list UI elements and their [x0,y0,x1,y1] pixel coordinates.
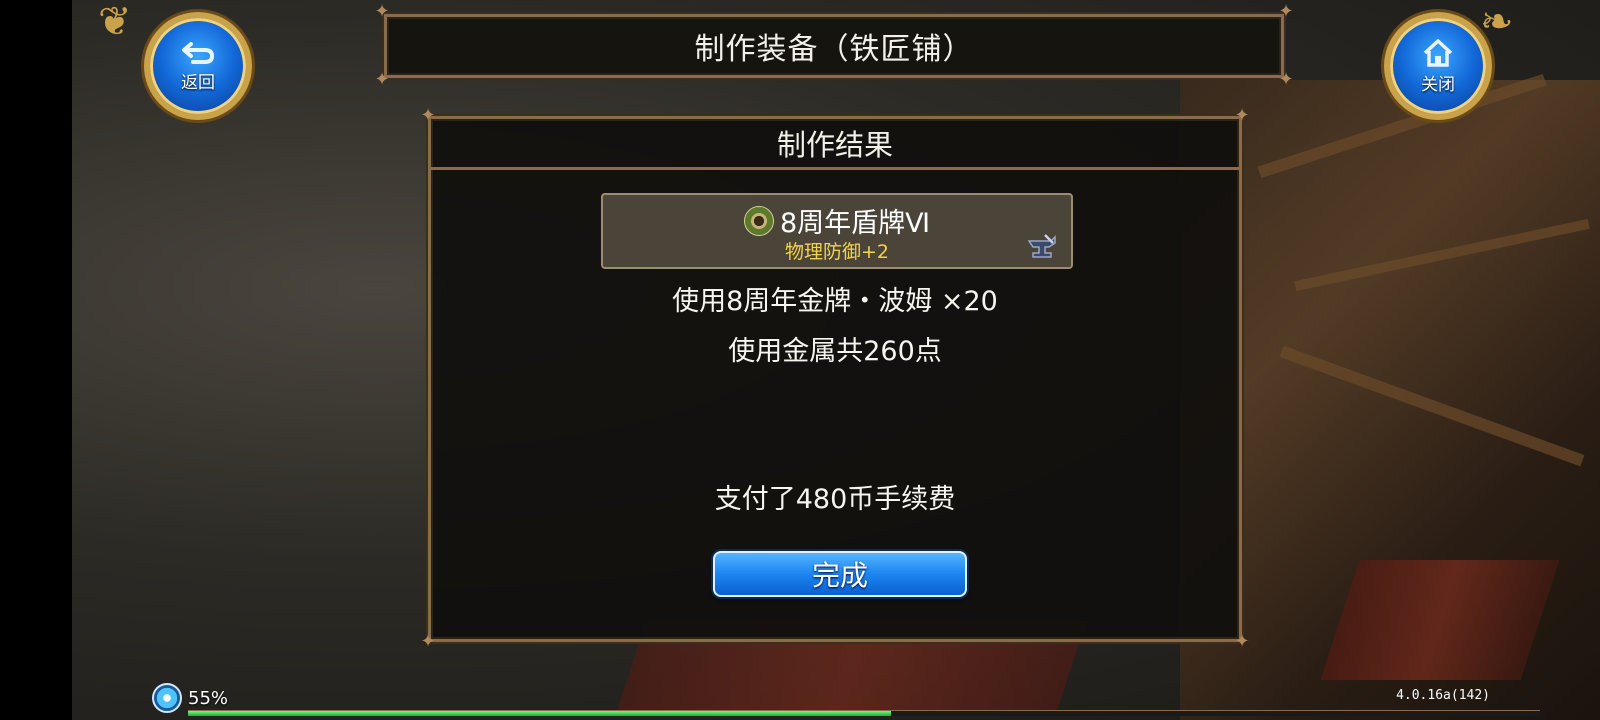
result-title: 制作结果 [776,128,893,162]
back-label: 返回 [181,72,215,93]
material-used-text: 使用8周年金牌・波姆 ×20 [672,286,998,317]
progress-bar-fill [188,711,892,716]
back-button[interactable]: 返回 [144,12,252,120]
item-stat: 物理防御+2 [784,241,889,263]
corner-ornament: ✦ [374,1,390,22]
ornament-left: ❦ [98,0,132,45]
back-arrow-icon [182,41,215,64]
result-dialog: ✦ ✦ ✦ ✦ 制作结果 8周年盾牌Ⅵ 物理防御+2 使用8周年金牌・波姆 ×2… [420,107,1249,651]
ornament-right: ❧ [1480,0,1514,45]
fee-paid-text: 支付了480币手续费 [714,484,956,515]
close-label: 关闭 [1421,74,1455,95]
anvil-icon [1027,234,1056,258]
version-text: 4.0.16a(142) [1396,688,1490,703]
crafted-item-card[interactable]: 8周年盾牌Ⅵ 物理防御+2 [601,193,1073,269]
page-title: 制作装备（铁匠铺） [694,32,974,67]
progress-bar [188,710,1540,716]
progress-percent: 55% [188,688,229,709]
left-black-bar [0,0,72,720]
status-orb-icon [152,683,182,713]
close-button[interactable]: 关闭 [1384,12,1492,120]
corner-ornament: ✦ [1278,1,1294,22]
title-panel: ✦ ✦ ✦ ✦ 制作装备（铁匠铺） [374,3,1293,89]
home-icon [1423,38,1453,67]
corner-ornament: ✦ [374,69,390,90]
item-name: 8周年盾牌Ⅵ [779,208,931,239]
corner-ornament: ✦ [1234,631,1250,652]
corner-ornament: ✦ [420,631,436,652]
done-button[interactable]: 完成 [713,551,967,597]
corner-ornament: ✦ [1278,69,1294,90]
metal-used-text: 使用金属共260点 [728,336,942,367]
shield-icon [743,205,774,236]
result-header: 制作结果 [431,119,1239,170]
